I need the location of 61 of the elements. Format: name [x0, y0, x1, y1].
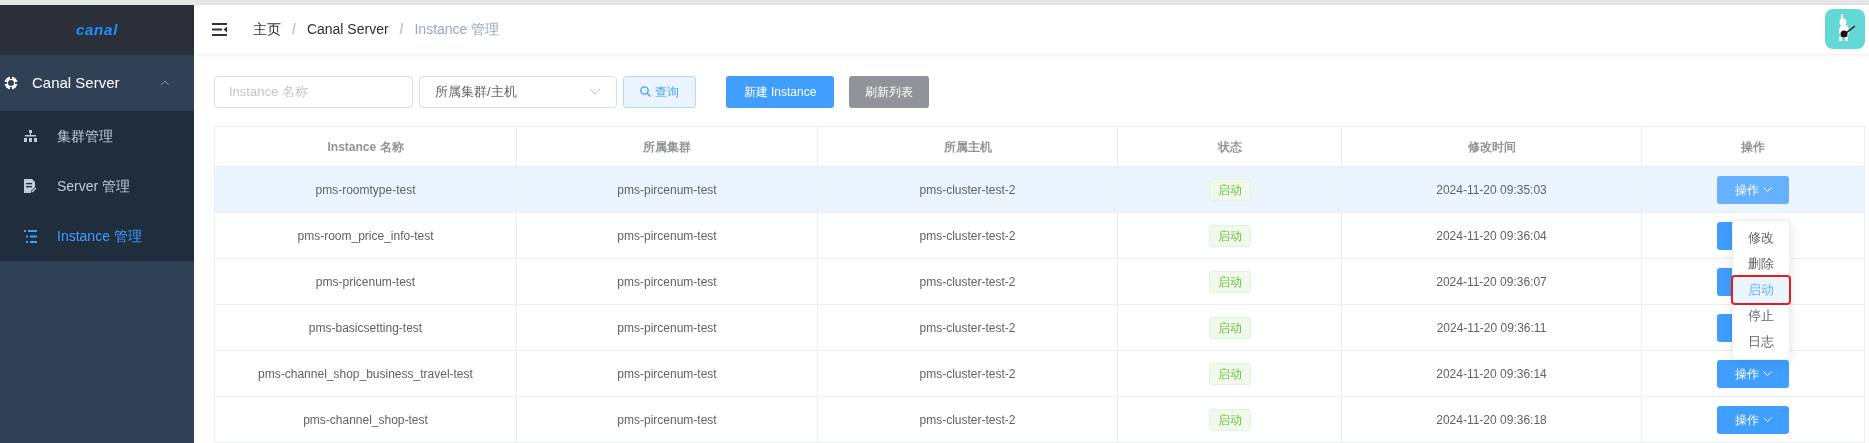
table-cell-text: pms-cluster-test-2 [919, 411, 1016, 429]
menu-item[interactable]: 停止 [1733, 303, 1789, 329]
table-cell-text: pms-roomtype-test [315, 181, 416, 199]
menu-item[interactable]: 修改 [1733, 225, 1789, 251]
column-header: 修改时间 [1467, 138, 1516, 156]
table-cell-text: pms-pricenum-test [315, 273, 416, 291]
table-cell-text: 2024-11-20 09:36:14 [1436, 365, 1547, 383]
status-tag: 启动 [1208, 270, 1251, 293]
search-icon [640, 86, 651, 98]
breadcrumb-link[interactable]: 主页 [253, 18, 281, 40]
gear-icon [4, 76, 18, 90]
status-tag: 启动 [1208, 362, 1251, 385]
breadcrumb-link[interactable]: Canal Server [306, 18, 389, 40]
table-row[interactable]: pms-channel_shop-test pms-pircenum-test pms-cluster-test-2 启动 2024-11-20 09:36:18 操作 [215, 397, 1864, 443]
column-header: 状态 [1217, 138, 1242, 156]
table-cell-text: pms-pircenum-test [617, 227, 717, 245]
table-row[interactable]: pms-channel_shop_business_travel-test pms-pircenum-test pms-cluster-test-2 启动 2024-11-20 09:36:14 操作 [215, 351, 1864, 397]
table-cell-text: pms-pircenum-test [617, 319, 717, 337]
search-field[interactable]: Instance 名称 [214, 75, 413, 108]
table-cell-text: 2024-11-20 09:35:03 [1436, 181, 1547, 199]
sidebar-item[interactable]: Instance 管理 [0, 211, 194, 261]
status-tag: 启动 [1208, 224, 1251, 247]
table-row[interactable]: pms-roomtype-test pms-pircenum-test pms-cluster-test-2 启动 2024-11-20 09:35:03 操作 [215, 167, 1864, 213]
table-cell-text: pms-channel_shop-test [303, 411, 428, 429]
status-tag: 启动 [1208, 178, 1251, 201]
table-cell-text: pms-basicsetting-test [308, 319, 423, 337]
logo-text: canal [75, 19, 119, 40]
document-icon [24, 179, 37, 193]
table-cell-text: pms-channel_shop_business_travel-test [258, 365, 473, 383]
table-cell-text: 2024-11-20 09:36:04 [1436, 227, 1547, 245]
table-cell-text: 2024-11-20 09:36:11 [1436, 319, 1547, 337]
breadcrumb-separator: / [292, 19, 296, 39]
sidebar-item[interactable]: 集群管理 [0, 111, 194, 161]
table-cell-text: pms-room_price_info-test [297, 227, 434, 245]
select-field[interactable]: 所属集群/主机 [419, 75, 617, 108]
table-cell-text: pms-cluster-test-2 [919, 319, 1016, 337]
sitemap-icon [24, 130, 37, 142]
table-cell-text: pms-pircenum-test [617, 411, 717, 429]
chevron-down-icon [589, 88, 601, 96]
status-tag: 启动 [1208, 408, 1251, 431]
chevron-down-icon [1762, 417, 1772, 422]
table-cell-text: pms-pircenum-test [617, 181, 717, 199]
table-cell-text: pms-pircenum-test [617, 365, 717, 383]
column-header: 所属集群 [643, 138, 691, 156]
chevron-down-icon [1762, 187, 1772, 192]
chevron-down-icon [1762, 371, 1772, 376]
table-cell-text: 2024-11-20 09:36:07 [1436, 273, 1547, 291]
column-header: Instance 名称 [327, 138, 404, 156]
breadcrumb-separator: / [399, 19, 404, 39]
column-header: 所属主机 [943, 138, 992, 156]
table-cell-text: pms-cluster-test-2 [919, 181, 1016, 199]
list-icon [24, 229, 37, 243]
status-tag: 启动 [1208, 316, 1251, 339]
sidebar-item[interactable]: Server 管理 [0, 161, 194, 211]
table-cell-text: pms-cluster-test-2 [919, 273, 1016, 291]
column-header: 操作 [1741, 138, 1765, 156]
table-cell-text: pms-pircenum-test [617, 273, 717, 291]
table-cell-text: pms-cluster-test-2 [919, 227, 1016, 245]
menu-icon[interactable] [212, 22, 227, 36]
table-cell-text: 2024-11-20 09:36:18 [1436, 411, 1547, 429]
table-cell-text: pms-cluster-test-2 [919, 365, 1016, 383]
